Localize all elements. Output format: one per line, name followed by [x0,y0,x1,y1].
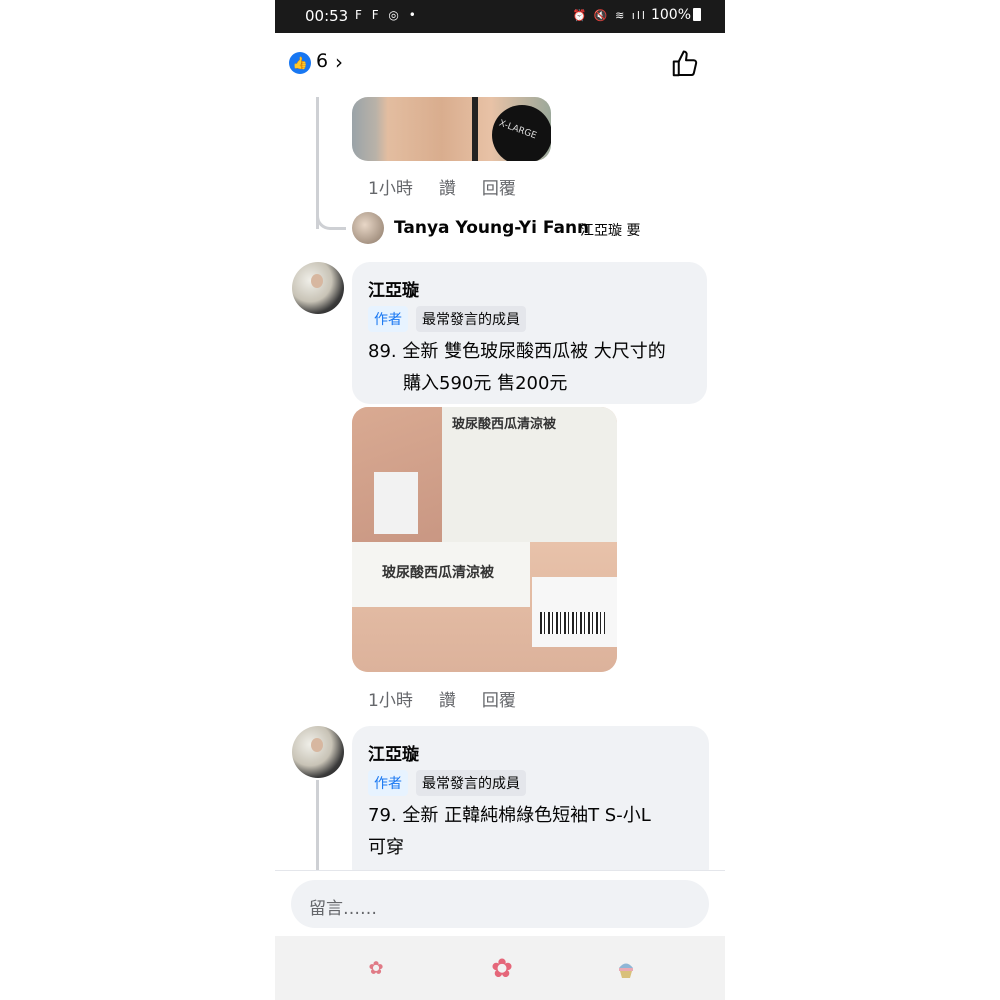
comment-actions: 1小時 讚 回覆 [368,686,542,711]
reply-link[interactable]: 回覆 [482,691,516,711]
comment-photo[interactable]: 玻尿酸西瓜清涼被 玻尿酸西瓜清涼被 [352,407,617,672]
avatar[interactable] [352,212,384,244]
comment-author[interactable]: 江亞璇 [368,740,419,765]
like-link[interactable]: 讚 [439,179,456,199]
reply-snippet: 江亞璇 要 [580,223,641,239]
top-contributor-badge: 最常發言的成員 [416,770,526,796]
comment-author[interactable]: 江亞璇 [368,276,419,301]
bottom-nav: ✿ ✿ [275,936,725,1000]
comment-time[interactable]: 1小時 [368,179,413,199]
comment-bubble[interactable]: 江亞璇 作者 最常發言的成員 79. 全新 正韓純棉綠色短袖T S-小L 可穿 [352,726,709,886]
thread-line [316,780,319,870]
like-reaction-icon[interactable]: 👍 [289,52,311,74]
photo-stand [472,97,478,161]
facebook-comments-screen: 00:53 F F ◎ • ⏰ 🔇 ≋ ıll 100% 👍 6 › X-LARG… [275,0,725,1000]
photo-label-tag [374,472,418,534]
status-right: ⏰ 🔇 ≋ ıll 100% [573,7,701,23]
comment-composer: 留言…… [275,870,725,936]
small-flower-icon[interactable]: ✿ [361,954,391,984]
like-link[interactable]: 讚 [439,691,456,711]
comment-input[interactable]: 留言…… [291,880,709,928]
photo-text: 玻尿酸西瓜清涼被 [452,417,557,432]
thread-connector [316,210,346,230]
comment-actions: 1小時 讚 回覆 [368,174,542,199]
comment-text-line: 可穿 [368,837,404,858]
avatar[interactable] [292,726,344,778]
status-time: 00:53 [305,7,349,25]
battery-icon [693,8,701,21]
author-badge: 作者 [368,306,408,332]
battery-percent: 100% [650,7,691,23]
cupcake-graphic [619,963,633,978]
system-icons: ⏰ 🔇 ≋ ıll [572,9,647,22]
reply-author[interactable]: Tanya Young-Yi Fann [394,218,589,238]
flower-icon[interactable]: ✿ [487,954,517,984]
size-tag: X-LARGE [492,105,551,161]
reactions-header: 👍 6 › [275,33,725,95]
size-tag-text: X-LARGE [497,118,538,142]
chevron-right-icon[interactable]: › [335,50,343,74]
reply-preview[interactable]: Tanya Young-Yi Fann 江亞璇 要 [352,212,712,246]
comment-time[interactable]: 1小時 [368,691,413,711]
barcode [540,612,605,634]
like-button[interactable] [670,49,700,79]
avatar[interactable] [292,262,344,314]
comment-text-line: 89. 全新 雙色玻尿酸西瓜被 大尺寸的 [368,341,666,362]
reply-link[interactable]: 回覆 [482,179,516,199]
comment-text-line: 79. 全新 正韓純棉綠色短袖T S-小L [368,805,651,826]
top-contributor-badge: 最常發言的成員 [416,306,526,332]
comment-bubble[interactable]: 江亞璇 作者 最常發言的成員 89. 全新 雙色玻尿酸西瓜被 大尺寸的 購入59… [352,262,707,404]
status-bar: 00:53 F F ◎ • ⏰ 🔇 ≋ ıll 100% [275,0,725,33]
comment-input-placeholder: 留言…… [309,899,377,919]
comment-photo[interactable]: X-LARGE [352,97,551,161]
author-badge: 作者 [368,770,408,796]
notification-icons: F F ◎ • [355,8,419,22]
reaction-count[interactable]: 6 [316,50,328,72]
comment-text-line: 購入590元 售200元 [403,373,568,394]
photo-text: 玻尿酸西瓜清涼被 [382,565,494,581]
cupcake-icon[interactable] [615,954,645,984]
